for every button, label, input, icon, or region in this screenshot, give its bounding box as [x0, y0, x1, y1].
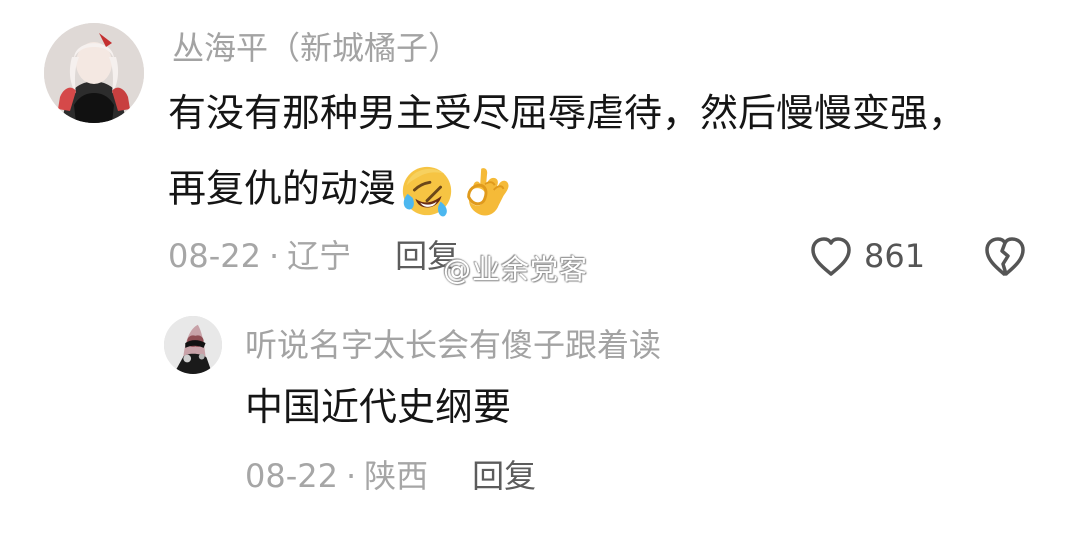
like-count: 861 [864, 237, 926, 275]
broken-heart-icon[interactable] [982, 235, 1028, 279]
main-comment-date: 08-22 [168, 237, 261, 275]
reply-comment-date: 08-22 [245, 457, 338, 495]
reply-comment-avatar[interactable] [164, 316, 222, 374]
heart-outline-icon[interactable] [808, 235, 854, 279]
reply-comment-reply-button[interactable]: 回复 [472, 457, 536, 495]
main-comment-location: 辽宁 [287, 237, 352, 275]
ok-hand-emoji-icon [458, 162, 516, 220]
reply-comment-location: 陕西 [364, 457, 429, 495]
main-comment-text-line-2-label: 再复仇的动漫 [168, 166, 397, 211]
reply-comment-text: 中国近代史纲要 [245, 385, 512, 429]
main-comment-avatar[interactable] [44, 23, 144, 123]
main-comment-text-line-1: 有没有那种男主受尽屈辱虐待，然后慢慢变强， [168, 91, 967, 135]
reply-comment-meta: 08-22 · 陕西 回复 [245, 456, 536, 496]
rolling-laughing-emoji-icon [398, 162, 456, 220]
weibo-watermark: @业余党客 [443, 253, 589, 286]
main-comment-meta: 08-22 · 辽宁 回复 [168, 236, 459, 276]
main-comment-text-line-2: 再复仇的动漫 [168, 162, 516, 220]
main-comment-separator: · [268, 237, 280, 275]
reply-comment-username[interactable]: 听说名字太长会有傻子跟着读 [245, 325, 661, 365]
main-comment-username[interactable]: 丛海平（新城橘子） [172, 28, 460, 68]
reply-comment-separator: · [345, 457, 357, 495]
